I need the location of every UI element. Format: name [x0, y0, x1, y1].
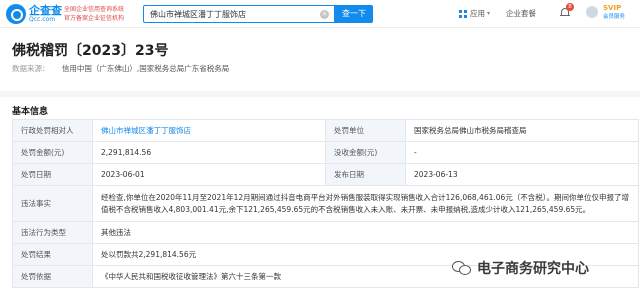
confiscate-label: 没收金额(元) — [325, 141, 406, 164]
table-row: 违法事实 经检查,你单位在2020年11月至2021年12月期间通过抖音电商平台… — [12, 185, 639, 222]
slogan-line-1: 全国企业信用查询系统 — [64, 6, 125, 13]
table-row: 行政处罚相对人 佛山市禅城区潘丁丁服饰店 处罚单位 国家税务总局佛山市税务局稽查… — [12, 119, 639, 142]
basis-label: 处罚依据 — [12, 265, 93, 288]
top-bar: 企查查 Qcc.com 全国企业信用查询系统 官方备案企业征信机构 佛山市禅城区… — [0, 0, 640, 28]
target-link[interactable]: 佛山市禅城区潘丁丁服饰店 — [101, 126, 191, 135]
target-label: 行政处罚相对人 — [12, 119, 93, 142]
publish-label: 发布日期 — [325, 163, 406, 186]
watermark-text: 电子商务研究中心 — [477, 261, 589, 277]
unit-value: 国家税务总局佛山市税务局稽查局 — [405, 119, 639, 142]
section-divider — [0, 91, 640, 97]
date-label: 处罚日期 — [12, 163, 93, 186]
notification-badge: 8 — [566, 3, 574, 11]
amount-label: 处罚金额(元) — [12, 141, 93, 164]
confiscate-value: - — [405, 141, 639, 164]
wechat-icon — [452, 260, 472, 276]
title-area: 佛税稽罚〔2023〕23号 数据来源： 信用中国（广东佛山）,国家税务总局广东省… — [0, 28, 640, 91]
svip-sub-label: 会员服务 — [603, 14, 626, 20]
logo-cn-text: 企查查 — [29, 4, 62, 17]
slogan: 全国企业信用查询系统 官方备案企业征信机构 — [64, 5, 124, 23]
unit-label: 处罚单位 — [325, 119, 406, 142]
svip-label: SVIP — [603, 4, 622, 12]
table-row: 处罚金额(元) 2,291,814.56 没收金额(元) - — [12, 141, 639, 164]
amount-value: 2,291,814.56 — [92, 141, 326, 164]
slogan-line-2: 官方备案企业征信机构 — [64, 15, 125, 22]
data-source-value: 信用中国（广东佛山）,国家税务总局广东省税务局 — [61, 64, 230, 73]
search-button[interactable]: 查一下 — [335, 5, 373, 23]
apps-grid-icon — [459, 9, 467, 18]
chevron-down-icon: ▾ — [487, 10, 491, 17]
data-source: 数据来源： 信用中国（广东佛山）,国家税务总局广东省税务局 — [12, 63, 229, 74]
section-title: 基本信息 — [12, 107, 49, 117]
violation-type-value: 其他违法 — [92, 221, 639, 244]
logo[interactable]: 企查查 Qcc.com — [6, 4, 62, 24]
search-input[interactable]: 佛山市禅城区潘丁丁服饰店 × — [143, 5, 335, 23]
data-source-label: 数据来源： — [12, 64, 50, 73]
date-value: 2023-06-01 — [92, 163, 326, 186]
clear-icon[interactable]: × — [320, 10, 329, 19]
publish-value: 2023-06-13 — [405, 163, 639, 186]
target-cell: 佛山市禅城区潘丁丁服饰店 — [92, 119, 326, 142]
nav-apps[interactable]: 应用 ▾ — [459, 8, 490, 19]
watermark: 电子商务研究中心 — [452, 258, 589, 278]
result-label: 处罚结果 — [12, 243, 93, 266]
svip-button[interactable]: SVIP 会员服务 — [603, 4, 635, 22]
page-title: 佛税稽罚〔2023〕23号 — [12, 43, 169, 59]
nav-enterprise-package[interactable]: 企业套餐 — [506, 8, 536, 19]
avatar[interactable] — [586, 6, 598, 18]
table-row: 违法行为类型 其他违法 — [12, 221, 639, 244]
nav-apps-label: 应用 — [470, 9, 485, 18]
violation-type-label: 违法行为类型 — [12, 221, 93, 244]
qcc-logo-icon — [6, 4, 26, 24]
facts-value: 经检查,你单位在2020年11月至2021年12月期间通过抖音电商平台对外销售服… — [92, 185, 639, 222]
logo-en-text: Qcc.com — [29, 16, 56, 23]
search-input-value: 佛山市禅城区潘丁丁服饰店 — [150, 10, 246, 19]
table-row: 处罚日期 2023-06-01 发布日期 2023-06-13 — [12, 163, 639, 186]
facts-label: 违法事实 — [12, 185, 93, 222]
